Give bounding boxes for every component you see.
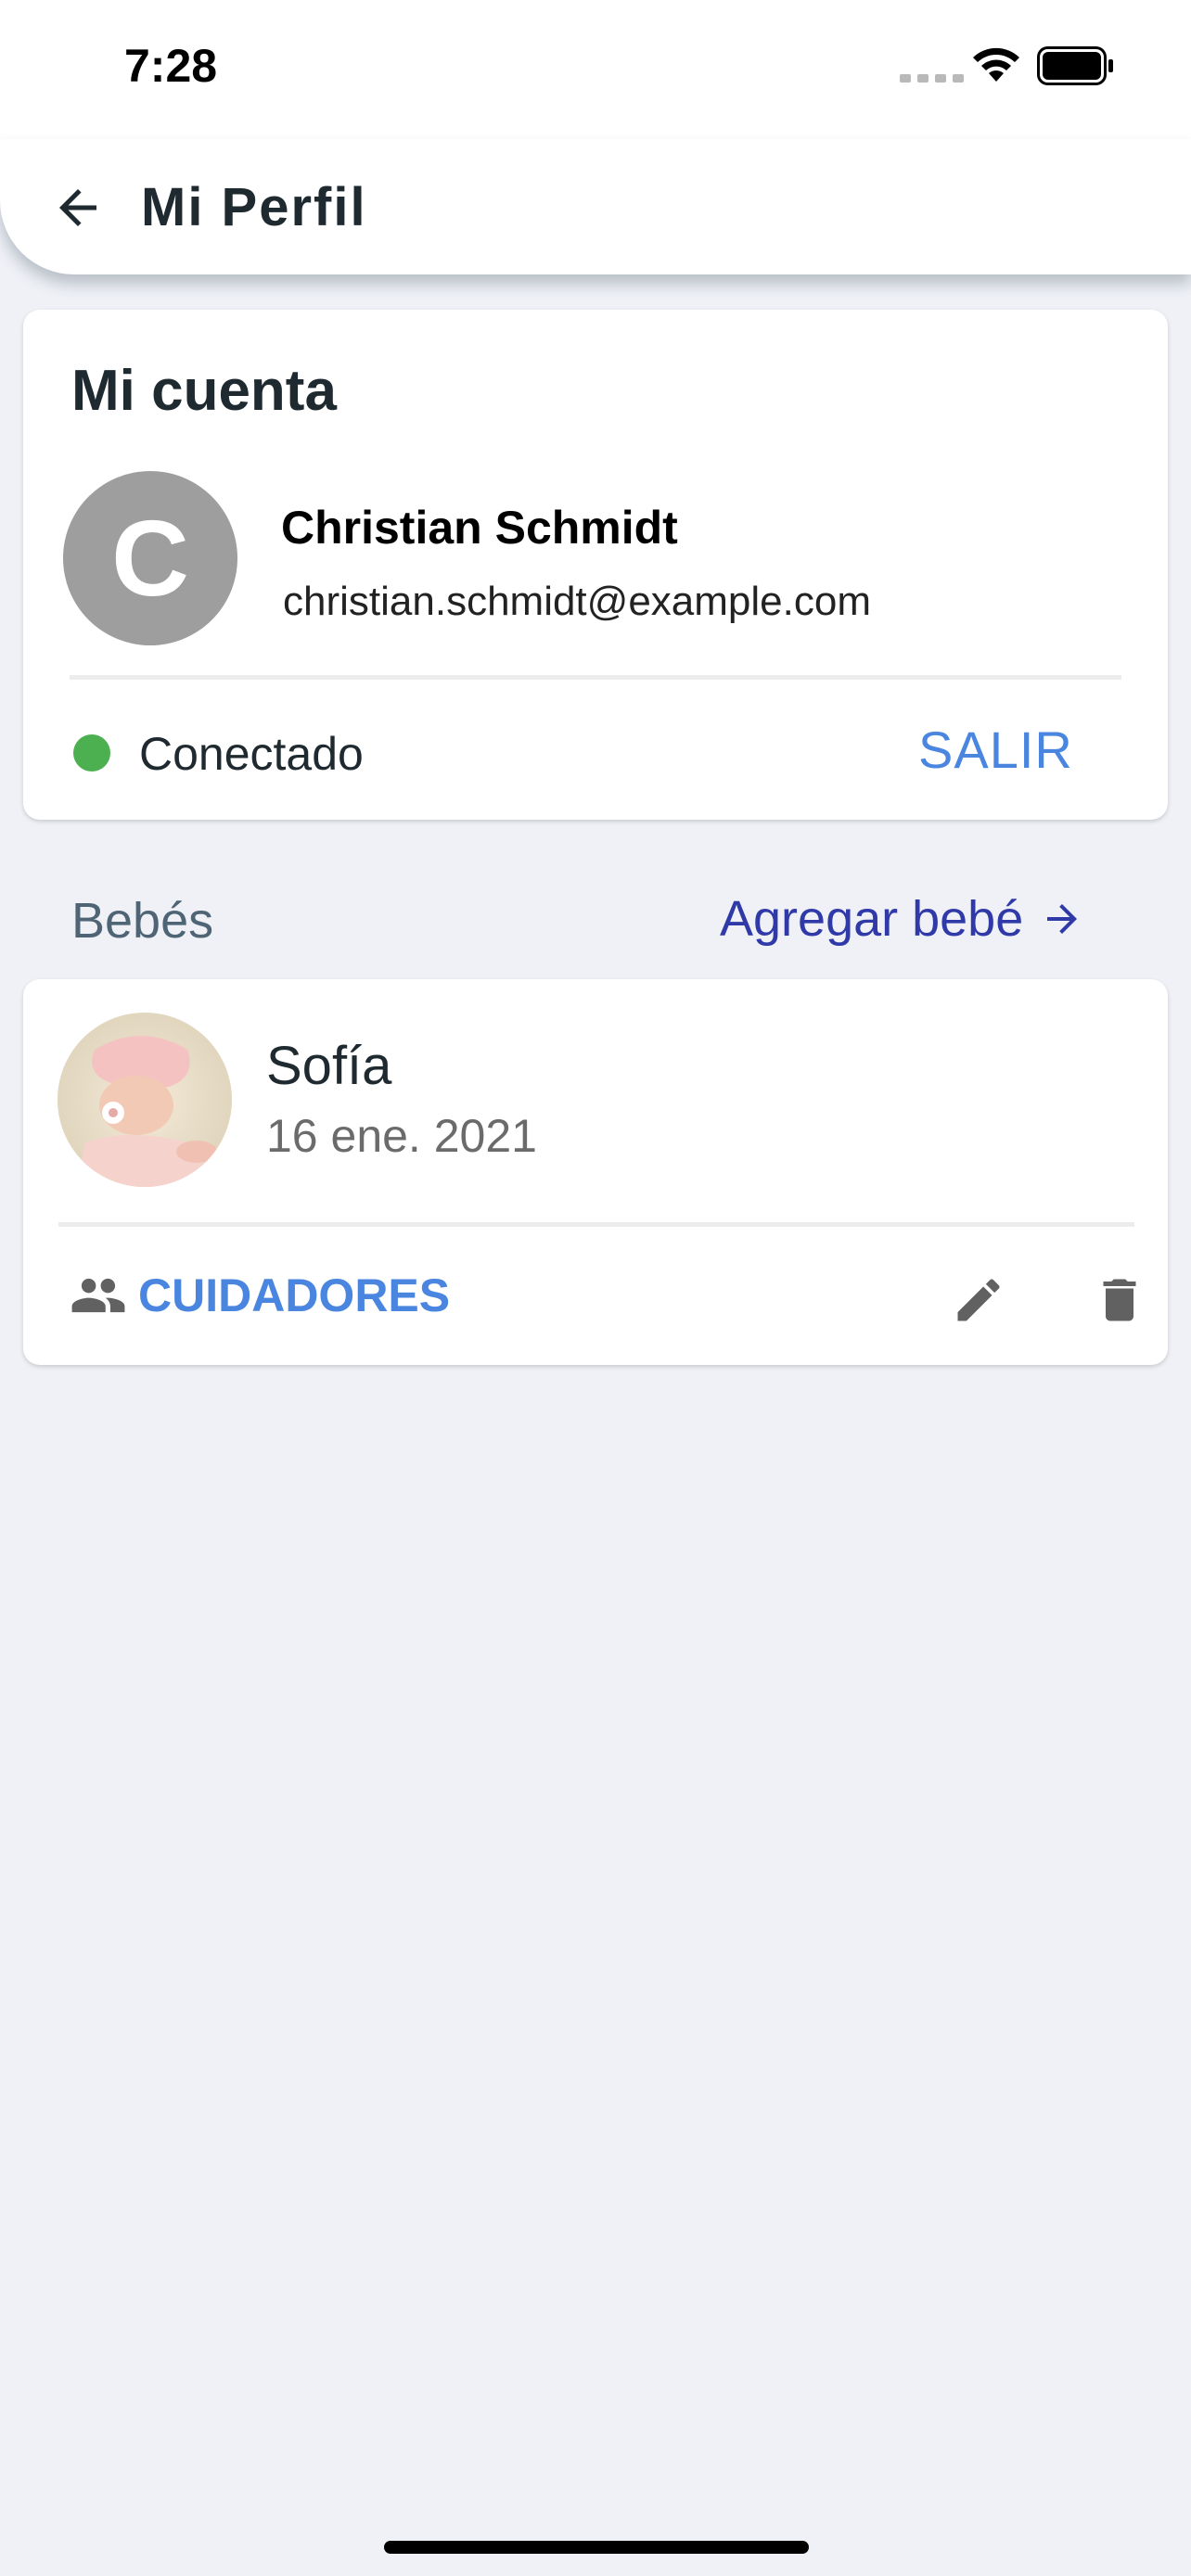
user-email: christian.schmidt@example.com xyxy=(283,579,871,624)
edit-icon[interactable] xyxy=(951,1272,1006,1328)
online-status-dot-icon xyxy=(73,734,110,772)
babies-section-title: Bebés xyxy=(71,893,214,949)
cellular-signal-icon xyxy=(900,74,964,83)
home-indicator xyxy=(384,2541,809,2554)
people-icon xyxy=(71,1278,125,1313)
caregivers-button[interactable]: CUIDADORES xyxy=(70,1267,450,1324)
arrow-forward-icon xyxy=(1047,904,1078,934)
arrow-back-icon[interactable] xyxy=(50,180,106,236)
baby-card[interactable]: Sofía 16 ene. 2021 CUIDADORES xyxy=(23,979,1168,1365)
avatar: C xyxy=(63,471,237,645)
wifi-icon xyxy=(973,47,1019,82)
app-bar: Mi Perfil xyxy=(0,139,1191,274)
connection-status: Conectado xyxy=(139,728,364,780)
baby-photo xyxy=(58,1013,232,1187)
baby-birth-date: 16 ene. 2021 xyxy=(266,1110,537,1162)
account-title: Mi cuenta xyxy=(71,359,337,423)
status-bar: 7:28 xyxy=(0,0,1191,139)
caregivers-label: CUIDADORES xyxy=(138,1269,451,1321)
baby-name: Sofía xyxy=(266,1036,392,1096)
divider xyxy=(70,675,1121,680)
divider xyxy=(58,1222,1134,1227)
delete-icon[interactable] xyxy=(1092,1272,1147,1328)
logout-button[interactable]: SALIR xyxy=(918,720,1073,780)
add-baby-label: Agregar bebé xyxy=(720,891,1024,947)
account-card: Mi cuenta C Christian Schmidt christian.… xyxy=(23,310,1168,820)
battery-icon xyxy=(1037,46,1113,85)
add-baby-link[interactable]: Agregar bebé xyxy=(720,890,1084,948)
status-time: 7:28 xyxy=(124,40,218,92)
page-title: Mi Perfil xyxy=(141,177,367,237)
user-name: Christian Schmidt xyxy=(281,502,678,554)
